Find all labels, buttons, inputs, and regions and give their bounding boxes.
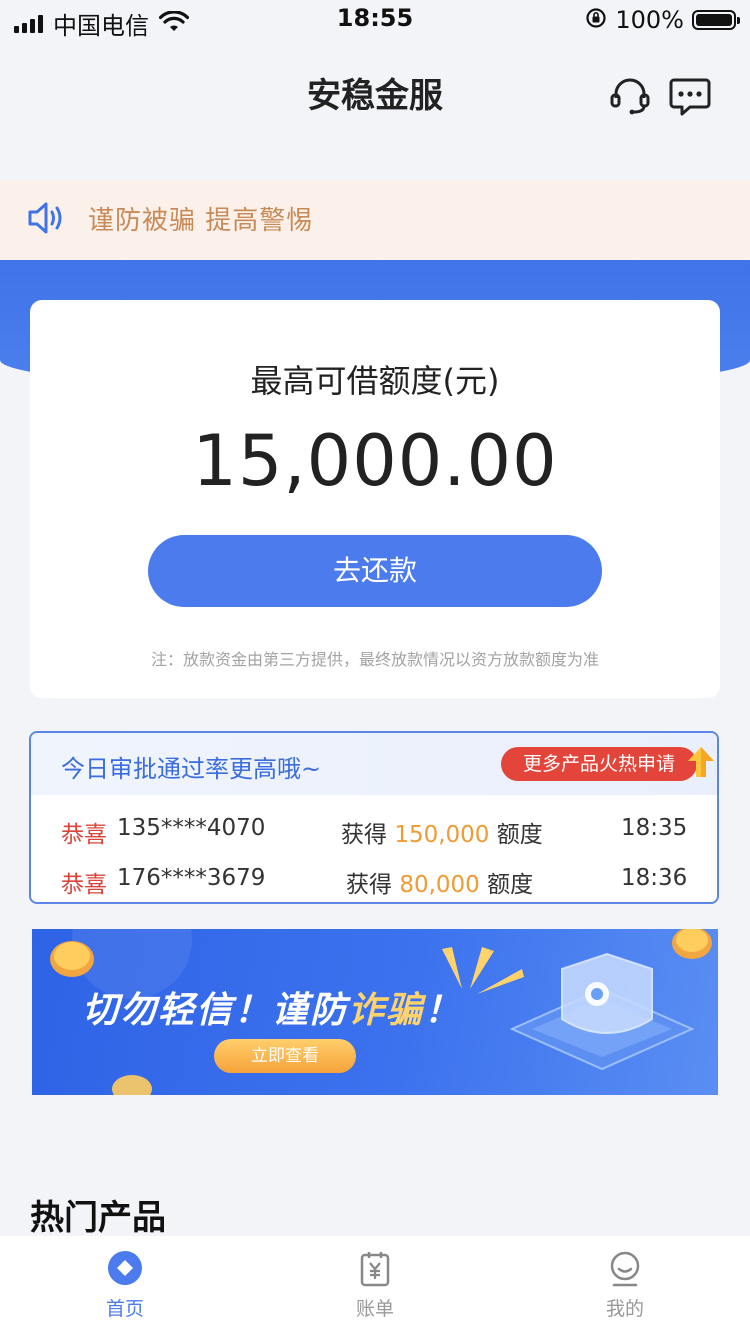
approval-time: 18:35 xyxy=(621,815,688,841)
speaker-icon xyxy=(26,200,68,240)
message-icon[interactable] xyxy=(668,74,712,118)
approval-title: 今日审批通过率更高哦~ xyxy=(61,755,322,783)
status-right: 100% xyxy=(585,6,740,34)
tab-bill[interactable]: 账单 xyxy=(250,1236,500,1334)
tab-bar: 首页 账单 我的 xyxy=(0,1236,750,1334)
orientation-lock-icon xyxy=(585,7,607,33)
congrats-label: 恭喜 xyxy=(61,872,107,898)
approval-amount-text: 获得 80,000 额度 xyxy=(346,872,534,898)
phone-number: 135****4070 xyxy=(117,815,266,841)
approval-time: 18:36 xyxy=(621,865,688,891)
tab-home-label: 首页 xyxy=(105,1298,144,1320)
repay-button[interactable]: 去还款 xyxy=(148,535,602,607)
congrats-label: 恭喜 xyxy=(61,822,107,848)
bill-icon xyxy=(357,1250,393,1288)
status-bar: 中国电信 18:55 100% xyxy=(0,0,750,40)
arrow-up-icon xyxy=(687,745,715,783)
approval-panel: 今日审批通过率更高哦~ 更多产品火热申请 恭喜 135****4070 获得 1… xyxy=(29,731,719,904)
phone-number: 176****3679 xyxy=(117,865,266,891)
tab-profile-label: 我的 xyxy=(605,1298,644,1320)
more-products-button[interactable]: 更多产品火热申请 xyxy=(500,747,697,781)
anti-fraud-banner[interactable]: 切勿轻信！谨防诈骗！ 立即查看 xyxy=(32,929,718,1095)
notice-text: 谨防被骗 提高警惕 xyxy=(88,206,314,236)
battery-icon xyxy=(692,10,740,30)
credit-card: 最高可借额度(元) 15,000.00 去还款 注：放款资金由第三方提供，最终放… xyxy=(30,300,720,698)
home-icon xyxy=(107,1250,143,1288)
notice-bar[interactable]: 谨防被骗 提高警惕 xyxy=(0,180,750,260)
approval-amount: 150,000 xyxy=(394,822,490,848)
tab-home[interactable]: 首页 xyxy=(0,1236,250,1334)
approval-amount: 80,000 xyxy=(399,872,480,898)
app-header: 安稳金服 xyxy=(0,40,750,140)
credit-amount: 15,000.00 xyxy=(192,420,558,502)
battery-percent: 100% xyxy=(615,6,684,34)
approval-amount-text: 获得 150,000 额度 xyxy=(341,822,543,848)
credit-note: 注：放款资金由第三方提供，最终放款情况以资方放款额度为准 xyxy=(150,650,599,669)
profile-icon xyxy=(607,1250,643,1288)
tab-profile[interactable]: 我的 xyxy=(500,1236,750,1334)
headset-icon[interactable] xyxy=(608,74,652,118)
approval-row: 恭喜 135****4070 获得 150,000 额度 18:35 xyxy=(31,815,717,855)
view-now-button[interactable]: 立即查看 xyxy=(214,1039,356,1073)
section-title: 热门产品 xyxy=(30,1198,166,1238)
banner-title: 切勿轻信！谨防诈骗！ xyxy=(82,990,463,1031)
approval-row: 恭喜 176****3679 获得 80,000 额度 18:36 xyxy=(31,865,717,902)
tab-bill-label: 账单 xyxy=(355,1298,394,1320)
approval-header: 今日审批通过率更高哦~ 更多产品火热申请 xyxy=(31,733,717,795)
credit-label: 最高可借额度(元) xyxy=(250,362,500,400)
